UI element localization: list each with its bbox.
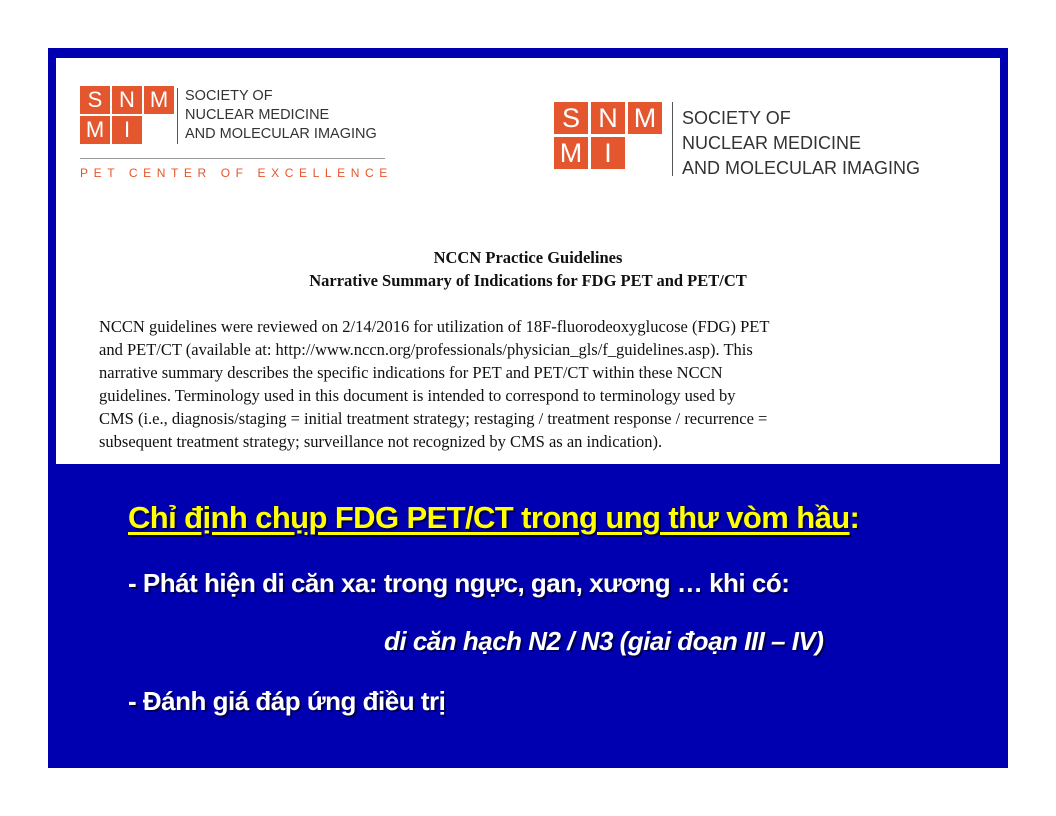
body-line: NCCN guidelines were reviewed on 2/14/20… [99, 317, 770, 336]
snmmi-logo: S N M M I SOCIETY OF NUCLEAR MEDICINE AN… [554, 102, 934, 182]
bullet-nodal-stage: di căn hạch N2 / N3 (giai đoạn III – IV) [384, 626, 824, 656]
logo-tile: I [591, 137, 625, 169]
document-body: NCCN guidelines were reviewed on 2/14/20… [99, 315, 939, 453]
slide: S N M M I SOCIETY OF NUCLEAR MEDICINE AN… [48, 48, 1008, 768]
logo-tile: S [80, 86, 110, 114]
logo-tagline: PET CENTER OF EXCELLENCE [80, 166, 393, 180]
logo-society-name: SOCIETY OF NUCLEAR MEDICINE AND MOLECULA… [682, 108, 921, 178]
bullet-treatment-response: - Đánh giá đáp ứng điều trị [128, 686, 446, 716]
snmmi-logo-pet-center: S N M M I SOCIETY OF NUCLEAR MEDICINE AN… [80, 86, 410, 186]
logo-society-name: SOCIETY OF NUCLEAR MEDICINE AND MOLECULA… [185, 88, 377, 142]
body-line: subsequent treatment strategy; surveilla… [99, 432, 663, 451]
slide-heading: Chỉ định chụp FDG PET/CT trong ung thư v… [128, 500, 860, 535]
document-title: NCCN Practice Guidelines Narrative Summa… [309, 248, 747, 290]
logo-rule [80, 158, 385, 159]
logo-tile: I [112, 116, 142, 144]
logo-tile: M [554, 137, 588, 169]
logo-divider [672, 102, 673, 176]
body-line: narrative summary describes the specific… [99, 363, 723, 382]
body-line: and PET/CT (available at: http://www.ncc… [99, 340, 753, 359]
body-line: guidelines. Terminology used in this doc… [99, 386, 736, 405]
logo-tile: N [591, 102, 625, 134]
document-excerpt: S N M M I SOCIETY OF NUCLEAR MEDICINE AN… [56, 58, 1000, 464]
logo-tile: S [554, 102, 588, 134]
logo-tile: M [628, 102, 662, 134]
logo-tile: M [80, 116, 110, 144]
logo-tile: N [112, 86, 142, 114]
bullet-distant-metastasis: - Phát hiện di căn xa: trong ngực, gan, … [128, 568, 790, 598]
logo-tile: M [144, 86, 174, 114]
logo-divider [177, 88, 178, 144]
body-line: CMS (i.e., diagnosis/staging = initial t… [99, 409, 768, 428]
